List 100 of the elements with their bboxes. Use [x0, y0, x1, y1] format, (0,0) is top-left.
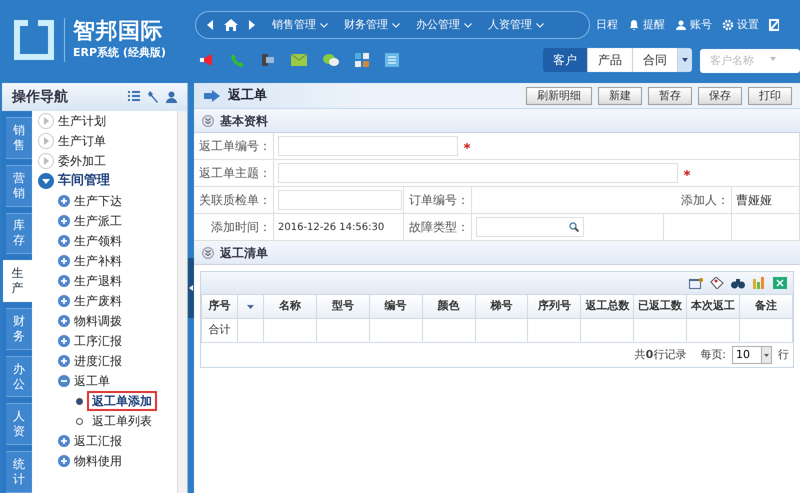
user-icon	[675, 19, 687, 31]
quick-tab[interactable]: 合同	[633, 48, 678, 72]
tree-item[interactable]: 生产补料	[74, 252, 122, 270]
tree-item[interactable]: 生产领料	[74, 232, 122, 250]
expanded-node-icon[interactable]	[38, 173, 54, 189]
customer-search-field[interactable]: 客户名称	[700, 48, 800, 73]
input-field[interactable]	[278, 163, 678, 183]
side-tab[interactable]: 财务	[6, 308, 32, 350]
column-menu-caret-icon[interactable]	[247, 304, 254, 308]
column-header: 返工总数	[585, 299, 630, 312]
plus-icon[interactable]	[58, 455, 70, 467]
home-icon[interactable]	[224, 19, 238, 31]
plus-icon[interactable]	[58, 295, 70, 307]
tree-item[interactable]: 车间管理	[58, 171, 110, 191]
collapsed-node-icon[interactable]	[38, 113, 54, 129]
bar-chart-icon[interactable]	[752, 277, 766, 289]
binoculars-icon[interactable]	[731, 277, 745, 289]
total-label: 合计	[208, 323, 230, 336]
tree-item[interactable]: 生产退料	[74, 272, 122, 290]
document-icon[interactable]	[385, 53, 399, 67]
collapse-handle[interactable]	[188, 258, 194, 318]
tree-item[interactable]: 返工单添加	[87, 391, 157, 411]
tree-item[interactable]: 返工单列表	[87, 411, 157, 431]
megaphone-icon[interactable]	[199, 53, 215, 67]
toolbar-button[interactable]: 保存	[698, 86, 742, 104]
toolbar-button[interactable]: 暂存	[648, 86, 692, 104]
top-link[interactable]: 设置	[737, 16, 759, 34]
user-icon[interactable]	[166, 91, 177, 103]
tree-item[interactable]: 返工单	[74, 372, 110, 390]
caret-icon	[764, 354, 769, 356]
back-arrow-icon[interactable]	[206, 20, 214, 30]
grid-icon[interactable]	[355, 53, 369, 67]
tree-item[interactable]: 生产废料	[74, 292, 122, 310]
top-link[interactable]: 日程	[596, 16, 618, 34]
toolbar-button[interactable]: 打印	[748, 86, 792, 104]
settings-icon	[722, 19, 734, 31]
side-tab[interactable]: 销售	[6, 117, 32, 159]
plus-icon[interactable]	[58, 215, 70, 227]
tree-item[interactable]: 物料使用	[74, 452, 122, 470]
plus-icon[interactable]	[58, 315, 70, 327]
input-field[interactable]	[278, 190, 402, 210]
collapse-section-icon[interactable]	[202, 114, 214, 126]
top-link[interactable]: 账号	[690, 16, 712, 34]
more-dropdown-button[interactable]	[678, 48, 692, 72]
tree-item[interactable]: 生产订单	[58, 132, 106, 150]
chat-icon[interactable]	[323, 53, 339, 67]
nav-menu[interactable]: 办公管理	[416, 16, 460, 34]
top-link[interactable]: 提醒	[643, 16, 665, 34]
chevron-down-icon	[464, 22, 472, 28]
plus-icon[interactable]	[58, 275, 70, 287]
side-tab[interactable]: 营销	[6, 164, 32, 207]
column-header: 序列号	[538, 299, 571, 312]
side-tab[interactable]: 库存	[6, 212, 32, 254]
nav-menu[interactable]: 财务管理	[344, 16, 388, 34]
table-settings-icon[interactable]	[689, 277, 703, 289]
list-icon[interactable]	[128, 91, 140, 101]
toolbar-button[interactable]: 新建	[598, 86, 642, 104]
column-header: 名称	[278, 299, 301, 312]
nav-menu[interactable]: 人资管理	[488, 16, 532, 34]
wrench-icon[interactable]	[148, 91, 158, 103]
quick-tab[interactable]: 客户	[543, 48, 588, 72]
collapse-section-icon[interactable]	[202, 246, 214, 258]
forward-arrow-icon[interactable]	[248, 20, 256, 30]
side-tab[interactable]: 生产	[3, 260, 32, 302]
sidebar-title: 操作导航	[12, 88, 68, 106]
collapsed-node-icon[interactable]	[38, 153, 54, 169]
nav-menu[interactable]: 销售管理	[272, 16, 316, 34]
quick-tab[interactable]: 产品	[588, 48, 633, 72]
plus-icon[interactable]	[58, 355, 70, 367]
input-field[interactable]	[278, 136, 458, 156]
tree-item[interactable]: 进度汇报	[74, 352, 122, 370]
tree-item[interactable]: 返工汇报	[74, 432, 122, 450]
tree-item[interactable]: 工序汇报	[74, 332, 122, 350]
toolbar-button[interactable]: 刷新明细	[526, 86, 592, 104]
plus-icon[interactable]	[58, 435, 70, 447]
record-count: 共0行记录	[634, 346, 686, 363]
mobile-icon[interactable]	[261, 53, 275, 67]
plus-icon[interactable]	[58, 255, 70, 267]
tree-item[interactable]: 生产计划	[58, 112, 106, 130]
search-field[interactable]	[476, 217, 584, 237]
spreadsheet-icon[interactable]	[773, 277, 787, 289]
plus-icon[interactable]	[58, 195, 70, 207]
tree-item[interactable]: 委外加工	[58, 152, 106, 170]
tag-icon[interactable]	[710, 277, 724, 289]
per-page-select[interactable]: 10	[732, 346, 772, 364]
tree-item[interactable]: 生产派工	[74, 212, 122, 230]
tree-item[interactable]: 物料调拨	[74, 312, 122, 330]
side-tab[interactable]: 统计	[6, 451, 32, 493]
side-tab[interactable]: 办公	[6, 356, 32, 398]
edit-icon[interactable]	[769, 19, 779, 31]
column-header: 颜色	[438, 299, 460, 312]
minus-icon[interactable]	[58, 375, 70, 387]
tree-item[interactable]: 生产下达	[74, 192, 122, 210]
scrollbar[interactable]	[177, 111, 187, 493]
side-tab[interactable]: 人资	[6, 403, 32, 446]
collapsed-node-icon[interactable]	[38, 133, 54, 149]
plus-icon[interactable]	[58, 335, 70, 347]
field-value: 2016-12-26 14:56:30	[278, 220, 384, 234]
plus-icon[interactable]	[58, 235, 70, 247]
mail-icon[interactable]	[291, 54, 307, 66]
